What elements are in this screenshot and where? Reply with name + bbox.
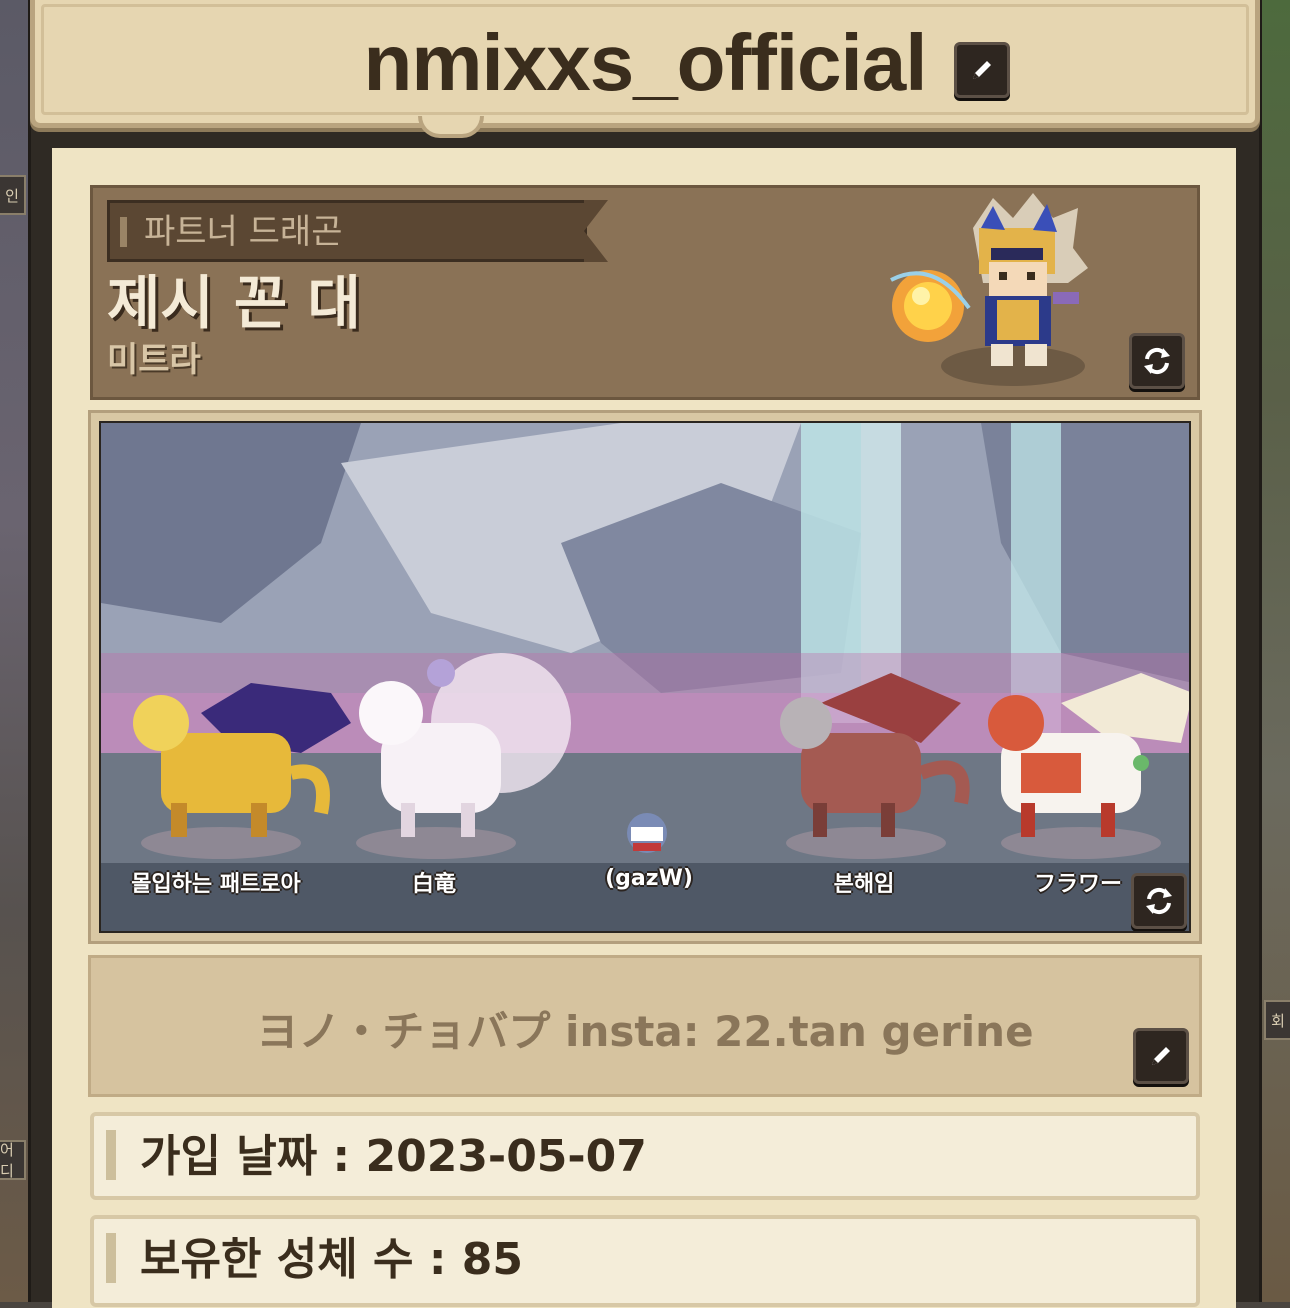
team-scene: 몰입하는 패트로아 白竜 (gazW) 본해임 フラワー: [99, 421, 1191, 933]
info-bar: [106, 1130, 116, 1180]
owned-stars-count: 보유한 성체 수 : 85: [140, 1234, 523, 1285]
info-bar: [106, 1233, 116, 1283]
swap-team-button[interactable]: [1131, 873, 1187, 929]
join-date: 가입 날짜 : 2023-05-07: [140, 1131, 647, 1182]
partner-character-sprite: [890, 193, 1088, 386]
partner-dragon-species: 미트라: [107, 340, 201, 380]
team-dragon-label-2: 白竜: [411, 872, 457, 897]
swap-icon: [1144, 347, 1170, 375]
cave-background: [101, 423, 1189, 931]
join-date-row: 가입 날짜 : 2023-05-07: [90, 1112, 1200, 1200]
swap-icon: [1146, 887, 1172, 915]
bio-panel: ヨノ・チョバプ insta: 22.tan gerine: [88, 955, 1202, 1097]
partner-section-ribbon: 파트너 드래곤: [107, 200, 587, 262]
username-title: nmixxs_official: [35, 18, 1255, 108]
team-dragon-label-5: フラワー: [1033, 872, 1123, 897]
partner-dragon-name: 제시 꼰 대: [107, 269, 361, 337]
team-dragon-label-4: 본해임: [833, 872, 895, 897]
ribbon-tail: [584, 200, 608, 262]
team-scene-frame: 몰입하는 패트로아 白竜 (gazW) 본해임 フラワー: [88, 410, 1202, 944]
title-banner: nmixxs_official: [30, 0, 1260, 128]
edit-name-button[interactable]: [954, 42, 1010, 98]
pencil-icon: [973, 61, 991, 79]
pencil-icon: [1152, 1047, 1170, 1065]
side-tab-right[interactable]: 회: [1264, 1000, 1290, 1040]
side-tab-left-top[interactable]: 인: [0, 175, 26, 215]
owned-stars-row: 보유한 성체 수 : 85: [90, 1215, 1200, 1307]
ribbon-bar: [120, 217, 127, 247]
partner-dragon-panel: 파트너 드래곤 제시 꼰 대 미트라: [90, 185, 1200, 400]
bio-text: ヨノ・チョバプ insta: 22.tan gerine: [256, 1007, 1034, 1056]
team-dragon-label-3: (gazW): [605, 866, 693, 891]
swap-partner-button[interactable]: [1129, 333, 1185, 389]
username: nmixxs_official: [363, 18, 927, 107]
team-dragon-label-1: 몰입하는 패트로아: [131, 872, 301, 897]
game-background-right: [1260, 0, 1290, 1302]
edit-bio-button[interactable]: [1133, 1028, 1189, 1084]
partner-section-label: 파트너 드래곤: [144, 212, 343, 252]
side-tab-left-bottom[interactable]: 어디: [0, 1140, 26, 1180]
